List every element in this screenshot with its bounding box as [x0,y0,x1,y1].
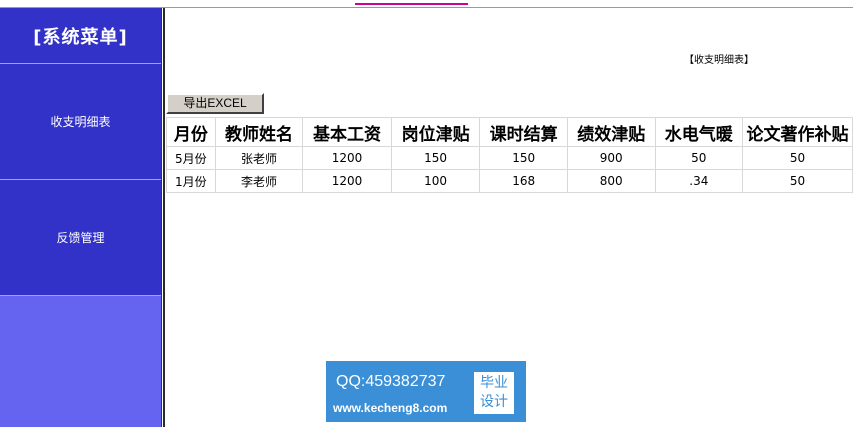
table-cell: 100 [390,169,481,193]
sidebar-item-feedback[interactable]: 反馈管理 [0,180,161,296]
table-cell: 1200 [302,169,392,193]
sidebar-item-label: 收支明细表 [50,115,111,129]
column-header: 课时结算 [479,117,568,147]
page-title: 【收支明细表】 [684,55,754,66]
sidebar-item-label: 反馈管理 [56,231,105,245]
table-cell: 张老师 [214,146,304,170]
table-cell: 900 [566,146,656,170]
top-strip [0,0,853,8]
table-row: 1月份 李老师 1200 100 168 800 .34 50 [166,169,853,193]
table-cell: 李老师 [214,169,304,193]
sidebar: [系统菜单] 收支明细表 反馈管理 [0,8,162,427]
income-expense-table: 月份 教师姓名 基本工资 岗位津贴 课时结算 绩效津贴 水电气暖 论文著作补贴 … [166,117,853,193]
table-cell: 150 [390,146,481,170]
column-header: 教师姓名 [214,117,304,147]
table-cell: 5月份 [166,146,216,170]
table-cell: 800 [566,169,656,193]
column-header: 基本工资 [302,117,392,147]
table-cell: 1200 [302,146,392,170]
sidebar-title: [系统菜单] [0,8,161,64]
column-header: 绩效津贴 [566,117,656,147]
table-cell: 50 [742,146,853,170]
table-cell: 50 [654,146,744,170]
watermark-banner: QQ:459382737 www.kecheng8.com 毕业设计 [326,361,526,422]
column-header: 岗位津贴 [390,117,481,147]
top-link-underline[interactable] [355,0,468,5]
table-header-row: 月份 教师姓名 基本工资 岗位津贴 课时结算 绩效津贴 水电气暖 论文著作补贴 [166,117,853,147]
frame-divider [163,8,165,427]
watermark-url: www.kecheng8.com [333,401,448,415]
watermark-qq: QQ:459382737 [336,373,446,390]
table-cell: 1月份 [166,169,216,193]
column-header: 论文著作补贴 [742,117,853,147]
export-excel-button[interactable]: 导出EXCEL [166,93,264,114]
table-cell: 168 [479,169,568,193]
table-cell: 50 [742,169,853,193]
table-cell: 150 [479,146,568,170]
table-cell: .34 [654,169,744,193]
table-row: 5月份 张老师 1200 150 150 900 50 50 [166,146,853,170]
column-header: 水电气暖 [654,117,744,147]
watermark-badge: 毕业设计 [474,372,514,414]
column-header: 月份 [166,117,216,147]
sidebar-item-income-expense[interactable]: 收支明细表 [0,64,161,180]
